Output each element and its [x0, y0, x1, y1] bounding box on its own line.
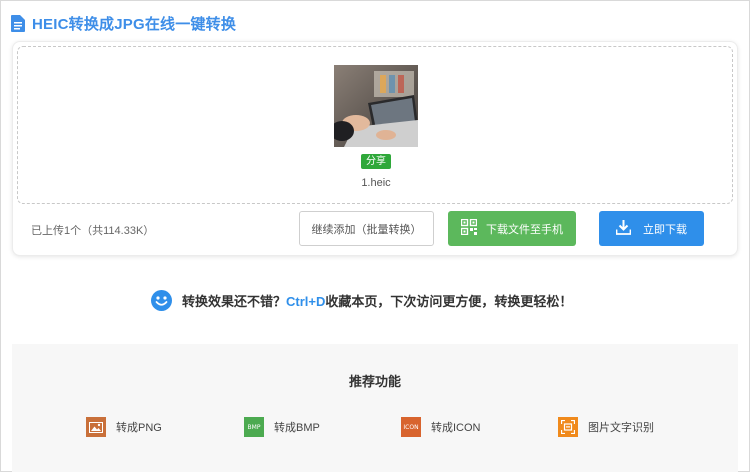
recommend-label: 转成BMP [274, 422, 320, 434]
tip-before: 转换效果还不错？ [182, 293, 287, 309]
continue-add-label: 继续添加（批量转换） [311, 223, 422, 236]
smile-icon [151, 289, 172, 311]
tip-after: 收藏本页，下次访问更方便，转换更轻松！ [325, 293, 573, 309]
recommend-section: 推荐功能 转成PNG BMP 转成BMP ICON 转成ICON 图片文字识别 [12, 344, 738, 472]
share-badge[interactable]: 分享 [361, 154, 391, 169]
recommend-item-ocr[interactable]: 图片文字识别 [558, 416, 654, 438]
file-thumbnail[interactable] [334, 65, 418, 147]
continue-add-button[interactable]: 继续添加（批量转换） [299, 211, 434, 246]
download-to-phone-button[interactable]: 下载文件至手机 [448, 211, 576, 246]
recommend-label: 转成ICON [431, 422, 481, 434]
recommend-title: 推荐功能 [348, 374, 401, 389]
download-now-button[interactable]: 立即下载 [599, 211, 704, 246]
document-icon [11, 14, 25, 32]
icon-file-icon: ICON [401, 417, 421, 437]
bookmark-tip-text: 转换效果还不错？Ctrl+D收藏本页，下次访问更方便，转换更轻松！ [182, 291, 572, 310]
recommend-label: 图片文字识别 [588, 422, 654, 434]
recommend-item-icon[interactable]: ICON 转成ICON [401, 416, 481, 438]
recommend-item-png[interactable]: 转成PNG [86, 416, 162, 438]
recommend-item-bmp[interactable]: BMP 转成BMP [244, 416, 320, 438]
download-icon [615, 219, 632, 238]
shortcut-highlight: Ctrl+D [286, 293, 326, 309]
download-to-phone-label: 下载文件至手机 [486, 223, 563, 236]
image-icon [86, 417, 106, 437]
download-now-label: 立即下载 [643, 223, 687, 236]
page-title: HEIC转换成JPG在线一键转换 [32, 15, 237, 33]
upload-status: 已上传1个（共114.33K） [31, 225, 155, 237]
recommend-label: 转成PNG [116, 422, 162, 434]
page-header: HEIC转换成JPG在线一键转换 [11, 12, 236, 34]
file-name: 1.heic [361, 177, 391, 189]
bmp-icon: BMP [244, 417, 264, 437]
qrcode-icon [460, 218, 478, 238]
ocr-icon [558, 417, 578, 437]
bookmark-tip: 转换效果还不错？Ctrl+D收藏本页，下次访问更方便，转换更轻松！ [151, 289, 572, 311]
upload-dropzone[interactable]: 分享 1.heic [17, 46, 733, 204]
upload-card: 分享 1.heic 已上传1个（共114.33K） 继续添加（批量转换） 下载文… [12, 41, 738, 256]
